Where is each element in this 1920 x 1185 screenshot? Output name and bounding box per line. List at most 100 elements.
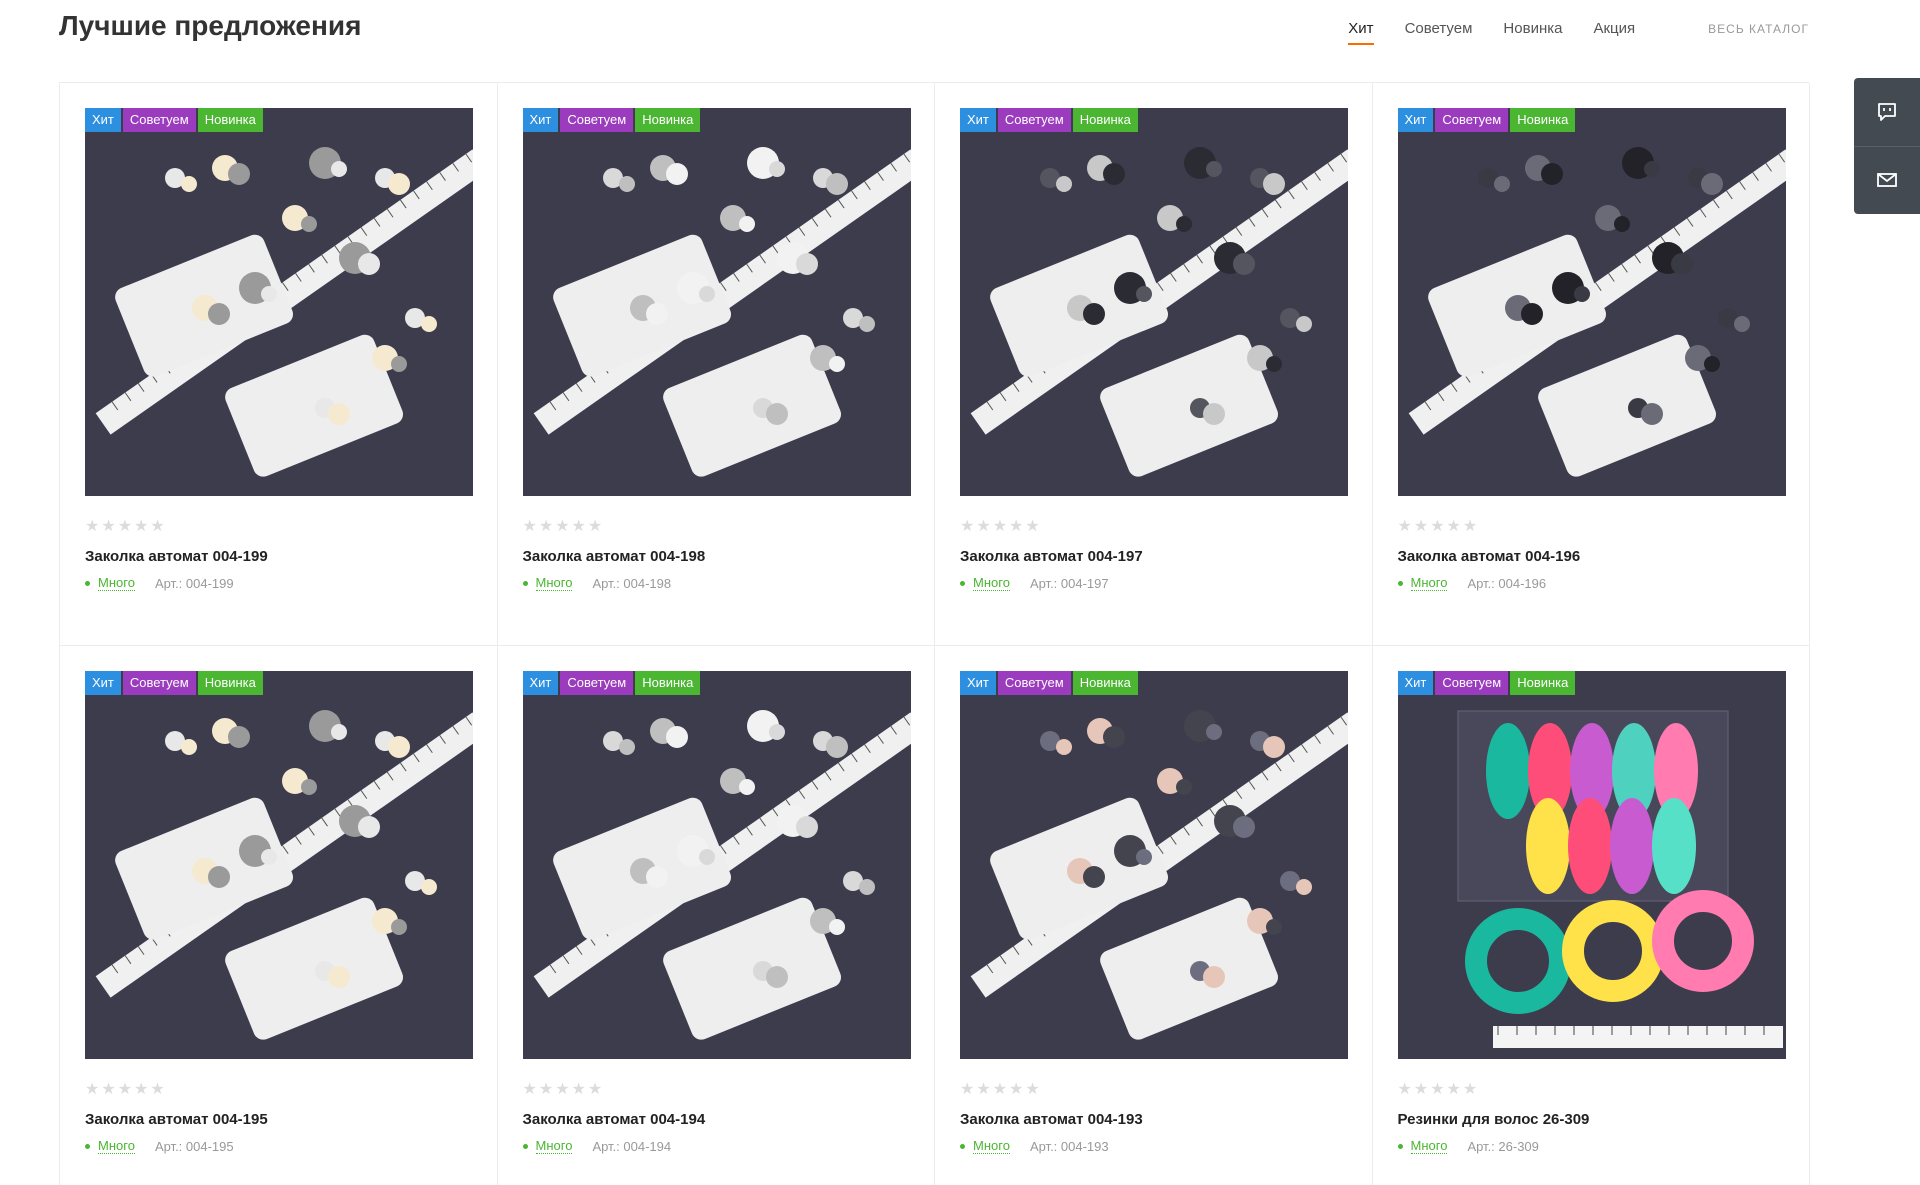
stock-dot-icon bbox=[1397, 580, 1403, 586]
stock-status[interactable]: Много bbox=[98, 1138, 135, 1154]
hair-ties-icon bbox=[1397, 671, 1786, 1059]
sticker-recommend: Советуем bbox=[122, 671, 196, 695]
stock-status[interactable]: Много bbox=[973, 575, 1010, 591]
product-sku: Арт.: 004-194 bbox=[592, 1138, 672, 1154]
star-icon: ★ bbox=[960, 518, 975, 535]
product-name[interactable]: Заколка автомат 004-197 bbox=[960, 548, 1347, 565]
product-name[interactable]: Заколка автомат 004-193 bbox=[960, 1111, 1347, 1128]
product-meta: Много Арт.: 004-197 bbox=[960, 575, 1347, 591]
tab-recommend[interactable]: Советуем bbox=[1405, 20, 1473, 43]
star-icon: ★ bbox=[1397, 518, 1412, 535]
tab-new[interactable]: Новинка bbox=[1503, 20, 1562, 43]
star-icon: ★ bbox=[101, 518, 116, 535]
star-icon: ★ bbox=[1413, 518, 1429, 535]
stock-status[interactable]: Много bbox=[1410, 575, 1448, 591]
star-icon: ★ bbox=[150, 518, 165, 535]
star-icon: ★ bbox=[555, 518, 570, 535]
chat-button[interactable] bbox=[1854, 78, 1920, 147]
tab-hit[interactable]: Хит bbox=[1348, 20, 1374, 45]
product-meta: Много Арт.: 004-193 bbox=[960, 1138, 1347, 1154]
sticker-hit: Хит bbox=[85, 671, 121, 695]
product-image[interactable]: Хит Советуем Новинка bbox=[85, 108, 473, 496]
hair-clip-flowers-icon bbox=[85, 671, 473, 1059]
product-sku: Арт.: 004-193 bbox=[1029, 1138, 1109, 1154]
rating-stars: ★ ★ ★ ★ ★ bbox=[1398, 518, 1785, 536]
sticker-new: Новинка bbox=[635, 671, 701, 695]
star-icon: ★ bbox=[117, 1081, 133, 1098]
sticker-hit: Хит bbox=[1397, 108, 1434, 132]
sticker-hit: Хит bbox=[522, 671, 559, 695]
star-icon: ★ bbox=[1009, 1081, 1024, 1098]
floating-contact-panel bbox=[1854, 78, 1920, 214]
product-card[interactable]: Хит Советуем Новинка ★ ★ ★ ★ ★ Заколка автом… bbox=[60, 646, 498, 1185]
product-image[interactable]: Хит Советуем Новинка bbox=[960, 108, 1348, 496]
product-name[interactable]: Заколка автомат 004-194 bbox=[523, 1111, 910, 1128]
product-image[interactable]: Хит Советуем Новинка bbox=[1397, 671, 1786, 1059]
stock-status[interactable]: Много bbox=[535, 575, 573, 591]
product-image[interactable]: Хит Советуем Новинка bbox=[1397, 108, 1786, 496]
star-icon: ★ bbox=[101, 1081, 116, 1098]
product-image[interactable]: Хит Советуем Новинка bbox=[522, 671, 911, 1059]
product-sku: Арт.: 004-199 bbox=[154, 575, 234, 591]
mail-button[interactable] bbox=[1854, 147, 1920, 215]
star-icon: ★ bbox=[1462, 518, 1478, 535]
stock-status[interactable]: Много bbox=[535, 1138, 573, 1154]
sticker-hit: Хит bbox=[522, 108, 559, 132]
product-card[interactable]: Хит Советуем Новинка ★ ★ ★ ★ ★ Резинки для в… bbox=[1373, 646, 1810, 1185]
stock-status[interactable]: Много bbox=[98, 575, 135, 591]
sticker-new: Новинка bbox=[1510, 108, 1576, 132]
sticker-recommend: Советуем bbox=[560, 108, 634, 132]
product-meta: Много Арт.: 004-196 bbox=[1397, 575, 1785, 591]
sticker-hit: Хит bbox=[960, 108, 996, 132]
star-icon: ★ bbox=[1430, 518, 1445, 535]
hair-clip-pearls-icon bbox=[522, 108, 911, 496]
section-title: Лучшие предложения bbox=[59, 10, 362, 41]
product-sku: Арт.: 26-309 bbox=[1467, 1138, 1539, 1154]
star-icon: ★ bbox=[117, 518, 133, 535]
sticker-new: Новинка bbox=[1510, 671, 1576, 695]
product-stickers: Хит Советуем Новинка bbox=[85, 671, 265, 695]
product-card[interactable]: Хит Советуем Новинка ★ ★ ★ ★ ★ Заколка автом… bbox=[497, 83, 935, 646]
stock-status[interactable]: Много bbox=[973, 1138, 1010, 1154]
product-card[interactable]: Хит Советуем Новинка ★ ★ ★ ★ ★ Заколка автом… bbox=[498, 646, 935, 1185]
product-card[interactable]: Хит Советуем Новинка ★ ★ ★ ★ ★ Заколка автом… bbox=[1372, 83, 1810, 646]
sticker-hit: Хит bbox=[85, 108, 121, 132]
rating-stars: ★ ★ ★ ★ ★ bbox=[960, 518, 1347, 536]
stock-dot-icon bbox=[522, 580, 528, 586]
product-stickers: Хит Советуем Новинка bbox=[522, 671, 703, 695]
sticker-new: Новинка bbox=[1072, 671, 1138, 695]
star-icon: ★ bbox=[1025, 1081, 1040, 1098]
product-sku: Арт.: 004-196 bbox=[1467, 575, 1547, 591]
sticker-recommend: Советуем bbox=[560, 671, 634, 695]
product-name[interactable]: Заколка автомат 004-195 bbox=[85, 1111, 472, 1128]
stock-status[interactable]: Много bbox=[1410, 1138, 1448, 1154]
product-card[interactable]: Хит Советуем Новинка ★ ★ ★ ★ ★ Заколка автом… bbox=[935, 646, 1373, 1185]
rating-stars: ★ ★ ★ ★ ★ bbox=[85, 1081, 472, 1099]
product-name[interactable]: Резинки для волос 26-309 bbox=[1398, 1111, 1785, 1128]
product-meta: Много Арт.: 004-198 bbox=[522, 575, 910, 591]
star-icon: ★ bbox=[1446, 1081, 1461, 1098]
star-icon: ★ bbox=[1430, 1081, 1445, 1098]
product-stickers: Хит Советуем Новинка bbox=[960, 671, 1140, 695]
product-image[interactable]: Хит Советуем Новинка bbox=[960, 671, 1348, 1059]
star-icon: ★ bbox=[992, 518, 1008, 535]
star-icon: ★ bbox=[992, 1081, 1008, 1098]
product-card[interactable]: Хит Советуем Новинка ★ ★ ★ ★ ★ Заколка автом… bbox=[60, 83, 498, 646]
product-meta: Много Арт.: 004-199 bbox=[85, 575, 472, 591]
product-card[interactable]: Хит Советуем Новинка ★ ★ ★ ★ ★ Заколка автом… bbox=[935, 83, 1373, 646]
star-icon: ★ bbox=[134, 518, 149, 535]
tab-sale[interactable]: Акция bbox=[1593, 20, 1635, 43]
product-sku: Арт.: 004-195 bbox=[154, 1138, 234, 1154]
star-icon: ★ bbox=[587, 518, 603, 535]
star-icon: ★ bbox=[538, 518, 554, 535]
star-icon: ★ bbox=[571, 518, 586, 535]
product-name[interactable]: Заколка автомат 004-199 bbox=[85, 548, 472, 565]
product-name[interactable]: Заколка автомат 004-198 bbox=[523, 548, 910, 565]
product-stickers: Хит Советуем Новинка bbox=[960, 108, 1140, 132]
product-image[interactable]: Хит Советуем Новинка bbox=[85, 671, 473, 1059]
all-catalog-link[interactable]: Весь каталог bbox=[1708, 22, 1809, 42]
product-image[interactable]: Хит Советуем Новинка bbox=[522, 108, 911, 496]
product-meta: Много Арт.: 004-195 bbox=[85, 1138, 472, 1154]
hair-clip-flowers-icon bbox=[85, 108, 473, 496]
product-name[interactable]: Заколка автомат 004-196 bbox=[1398, 548, 1785, 565]
